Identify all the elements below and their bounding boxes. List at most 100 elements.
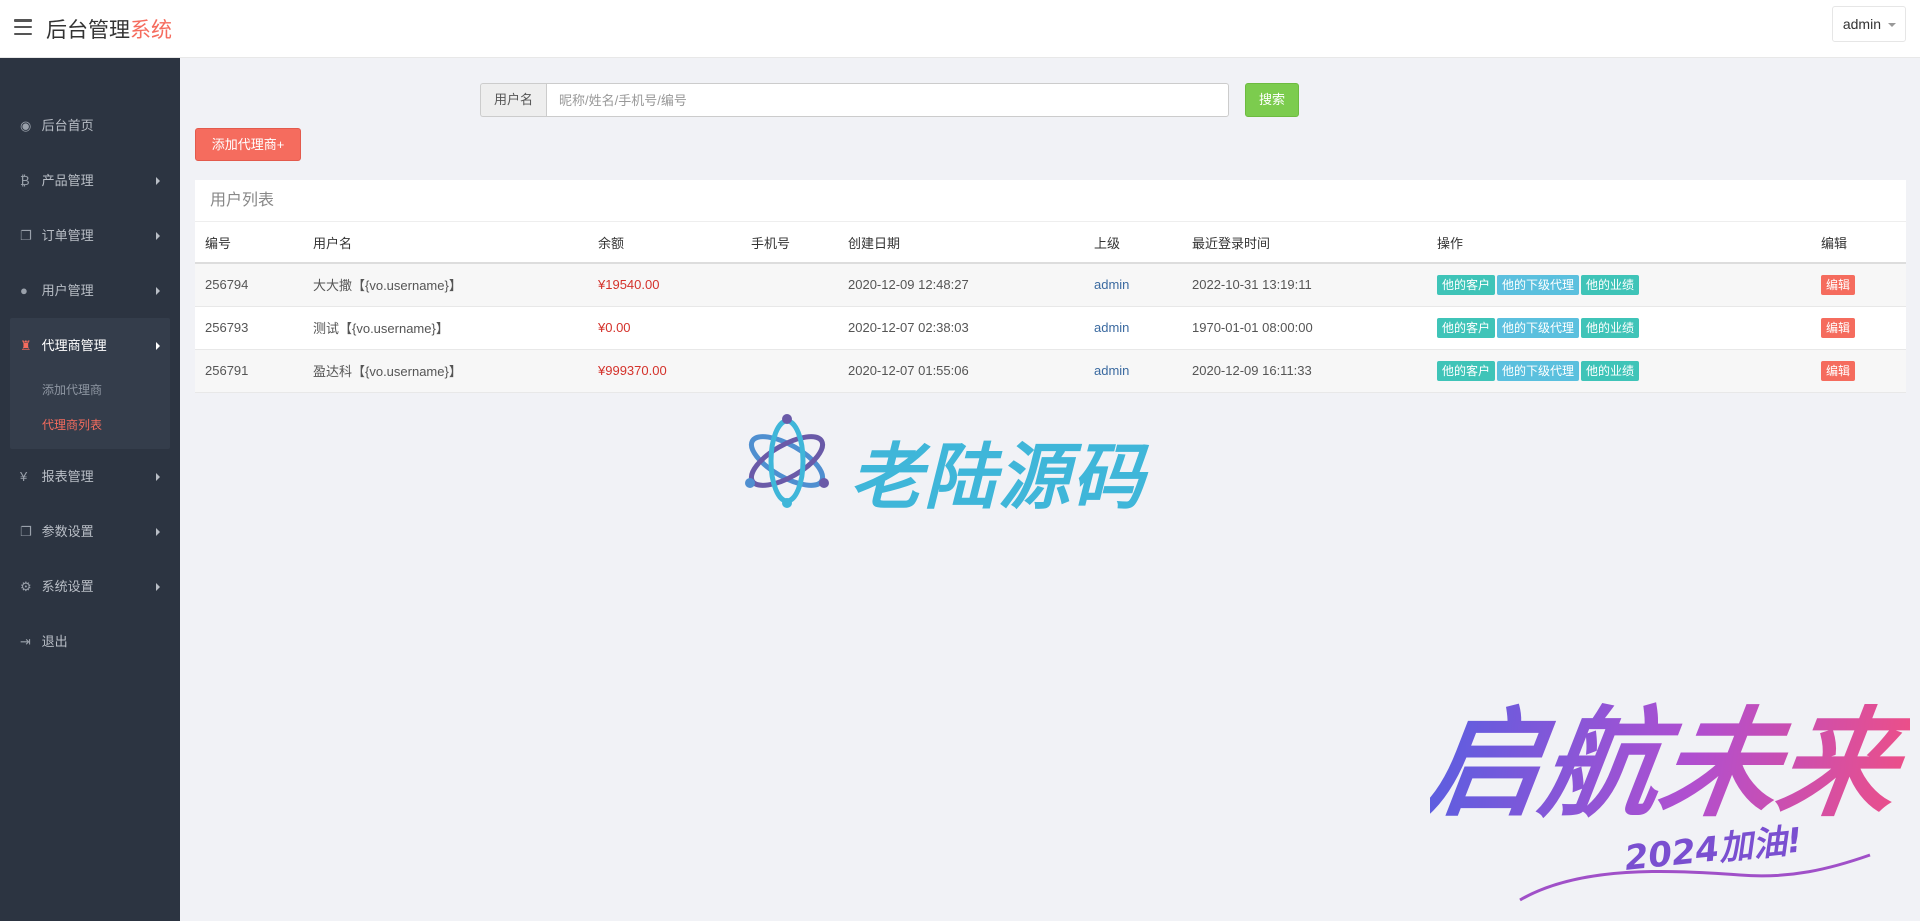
sidebar-item-logout[interactable]: ⇥ 退出 [0,614,180,669]
sidebar-item-system[interactable]: ⚙ 系统设置 [0,559,180,614]
chevron-right-icon [156,232,160,240]
watermark-logo-text: 老陆源码 [850,435,1147,519]
brand-accent: 系统 [130,19,172,42]
search-bar: 用户名 [480,83,1229,117]
table-header-row: 编号 用户名 余额 手机号 创建日期 上级 最近登录时间 操作 编辑 [195,222,1906,264]
his-performance-button[interactable]: 他的业绩 [1581,274,1640,295]
sidebar-item-label: 代理商管理 [41,338,107,353]
his-performance-button[interactable]: 他的业绩 [1581,317,1640,338]
sidebar-item-params[interactable]: ❐ 参数设置 [0,504,180,559]
his-customers-button[interactable]: 他的客户 [1437,274,1496,295]
column-header: 最近登录时间 [1182,222,1427,264]
cell-last-login: 2020-12-09 16:11:33 [1182,349,1427,393]
copy-icon: ❐ [20,524,32,539]
search-button[interactable]: 搜索 [1245,83,1299,117]
chevron-right-icon [156,177,160,185]
atom-logo-icon [745,414,829,508]
column-header: 编号 [195,222,303,264]
sidebar-item-agents[interactable]: ♜ 代理商管理 [10,318,170,373]
sidebar-item-label: 订单管理 [41,228,94,243]
sidebar-item-users[interactable]: ● 用户管理 [0,263,180,318]
column-header: 手机号 [741,222,838,264]
cell-created: 2020-12-07 02:38:03 [838,306,1084,350]
user-list-panel: 用户列表 编号 用户名 余额 手机号 创建日期 上级 最近登录时间 操作 编辑 … [195,180,1906,393]
table-row: 256794 大大撒【{vo.username}】 ¥19540.00 2020… [195,263,1906,307]
sidebar-item-label: 后台首页 [41,118,94,133]
column-header: 余额 [588,222,741,264]
column-header: 上级 [1084,222,1182,264]
cell-last-login: 1970-01-01 08:00:00 [1182,306,1427,350]
search-input[interactable] [546,83,1229,117]
cell-id: 256793 [195,306,303,350]
cell-edit: 编辑 [1811,263,1906,307]
edit-button[interactable]: 编辑 [1821,317,1856,338]
column-header: 用户名 [303,222,588,264]
sidebar-item-label: 参数设置 [41,524,94,539]
cell-edit: 编辑 [1811,349,1906,393]
add-agent-button[interactable]: 添加代理商+ [195,128,301,161]
cell-last-login: 2022-10-31 13:19:11 [1182,263,1427,307]
cell-phone [741,349,838,393]
chevron-right-icon [156,528,160,536]
table-row: 256791 盈达科【{vo.username}】 ¥999370.00 202… [195,349,1906,393]
sidebar: ◉ 后台首页 ₿ 产品管理 ❐ 订单管理 ● 用户管理 ♜ 代理商管理 添加代理… [0,58,180,921]
brand-main: 后台管理 [46,19,130,42]
his-customers-button[interactable]: 他的客户 [1437,360,1496,381]
slogan-main-text: 启航未来 [1430,695,1910,833]
yen-icon: ¥ [20,469,28,484]
column-header: 操作 [1427,222,1811,264]
cell-balance: ¥0.00 [588,306,741,350]
his-sub-agents-button[interactable]: 他的下级代理 [1497,274,1580,295]
his-customers-button[interactable]: 他的客户 [1437,317,1496,338]
table-row: 256793 测试【{vo.username}】 ¥0.00 2020-12-0… [195,306,1906,350]
user-name: admin [1842,16,1881,32]
cell-phone [741,306,838,350]
user-icon: ● [20,283,28,298]
sidebar-item-dashboard[interactable]: ◉ 后台首页 [0,98,180,153]
cell-actions: 他的客户 他的下级代理 他的业绩 [1427,306,1811,350]
sign-out-icon: ⇥ [20,634,31,649]
sidebar-item-label: 产品管理 [41,173,94,188]
chevron-right-icon [156,287,160,295]
chevron-right-icon [156,473,160,481]
sidebar-item-label: 用户管理 [41,283,94,298]
panel-title: 用户列表 [195,180,1906,222]
hamburger-menu-icon[interactable] [14,19,32,35]
sidebar-item-reports[interactable]: ¥ 报表管理 [0,449,180,504]
his-sub-agents-button[interactable]: 他的下级代理 [1497,317,1580,338]
cell-parent: admin [1084,263,1182,307]
cell-balance: ¥19540.00 [588,263,741,307]
sidebar-item-orders[interactable]: ❐ 订单管理 [0,208,180,263]
brand-title: 后台管理系统 [46,14,172,44]
his-sub-agents-button[interactable]: 他的下级代理 [1497,360,1580,381]
sidebar-group-agents: ♜ 代理商管理 添加代理商 代理商列表 [10,318,170,449]
top-header: 后台管理系统 admin [0,0,1920,58]
edit-button[interactable]: 编辑 [1821,360,1856,381]
cell-actions: 他的客户 他的下级代理 他的业绩 [1427,349,1811,393]
cell-username: 盈达科【{vo.username}】 [303,349,588,393]
sidebar-item-products[interactable]: ₿ 产品管理 [0,153,180,208]
chevron-right-icon [156,342,160,350]
sidebar-subitem-agent-list[interactable]: 代理商列表 [10,408,170,443]
cell-id: 256791 [195,349,303,393]
slogan-calligraphy-art: 启航未来 2024加油! [1430,695,1910,902]
bitcoin-icon: ₿ [20,173,30,188]
sitemap-icon: ♜ [20,338,32,353]
search-field-label: 用户名 [480,83,546,117]
user-dropdown[interactable]: admin [1831,6,1906,42]
cell-balance: ¥999370.00 [588,349,741,393]
user-table: 编号 用户名 余额 手机号 创建日期 上级 最近登录时间 操作 编辑 25679… [195,222,1906,393]
edit-button[interactable]: 编辑 [1821,274,1856,295]
his-performance-button[interactable]: 他的业绩 [1581,360,1640,381]
sidebar-subitem-add-agent[interactable]: 添加代理商 [10,373,170,408]
gears-icon: ⚙ [20,579,32,594]
sidebar-item-label: 报表管理 [41,469,94,484]
cell-created: 2020-12-09 12:48:27 [838,263,1084,307]
cell-parent: admin [1084,349,1182,393]
column-header: 创建日期 [838,222,1084,264]
chevron-right-icon [156,583,160,591]
cell-username: 大大撒【{vo.username}】 [303,263,588,307]
sidebar-item-label: 系统设置 [41,579,94,594]
cell-phone [741,263,838,307]
caret-down-icon [1888,23,1896,27]
